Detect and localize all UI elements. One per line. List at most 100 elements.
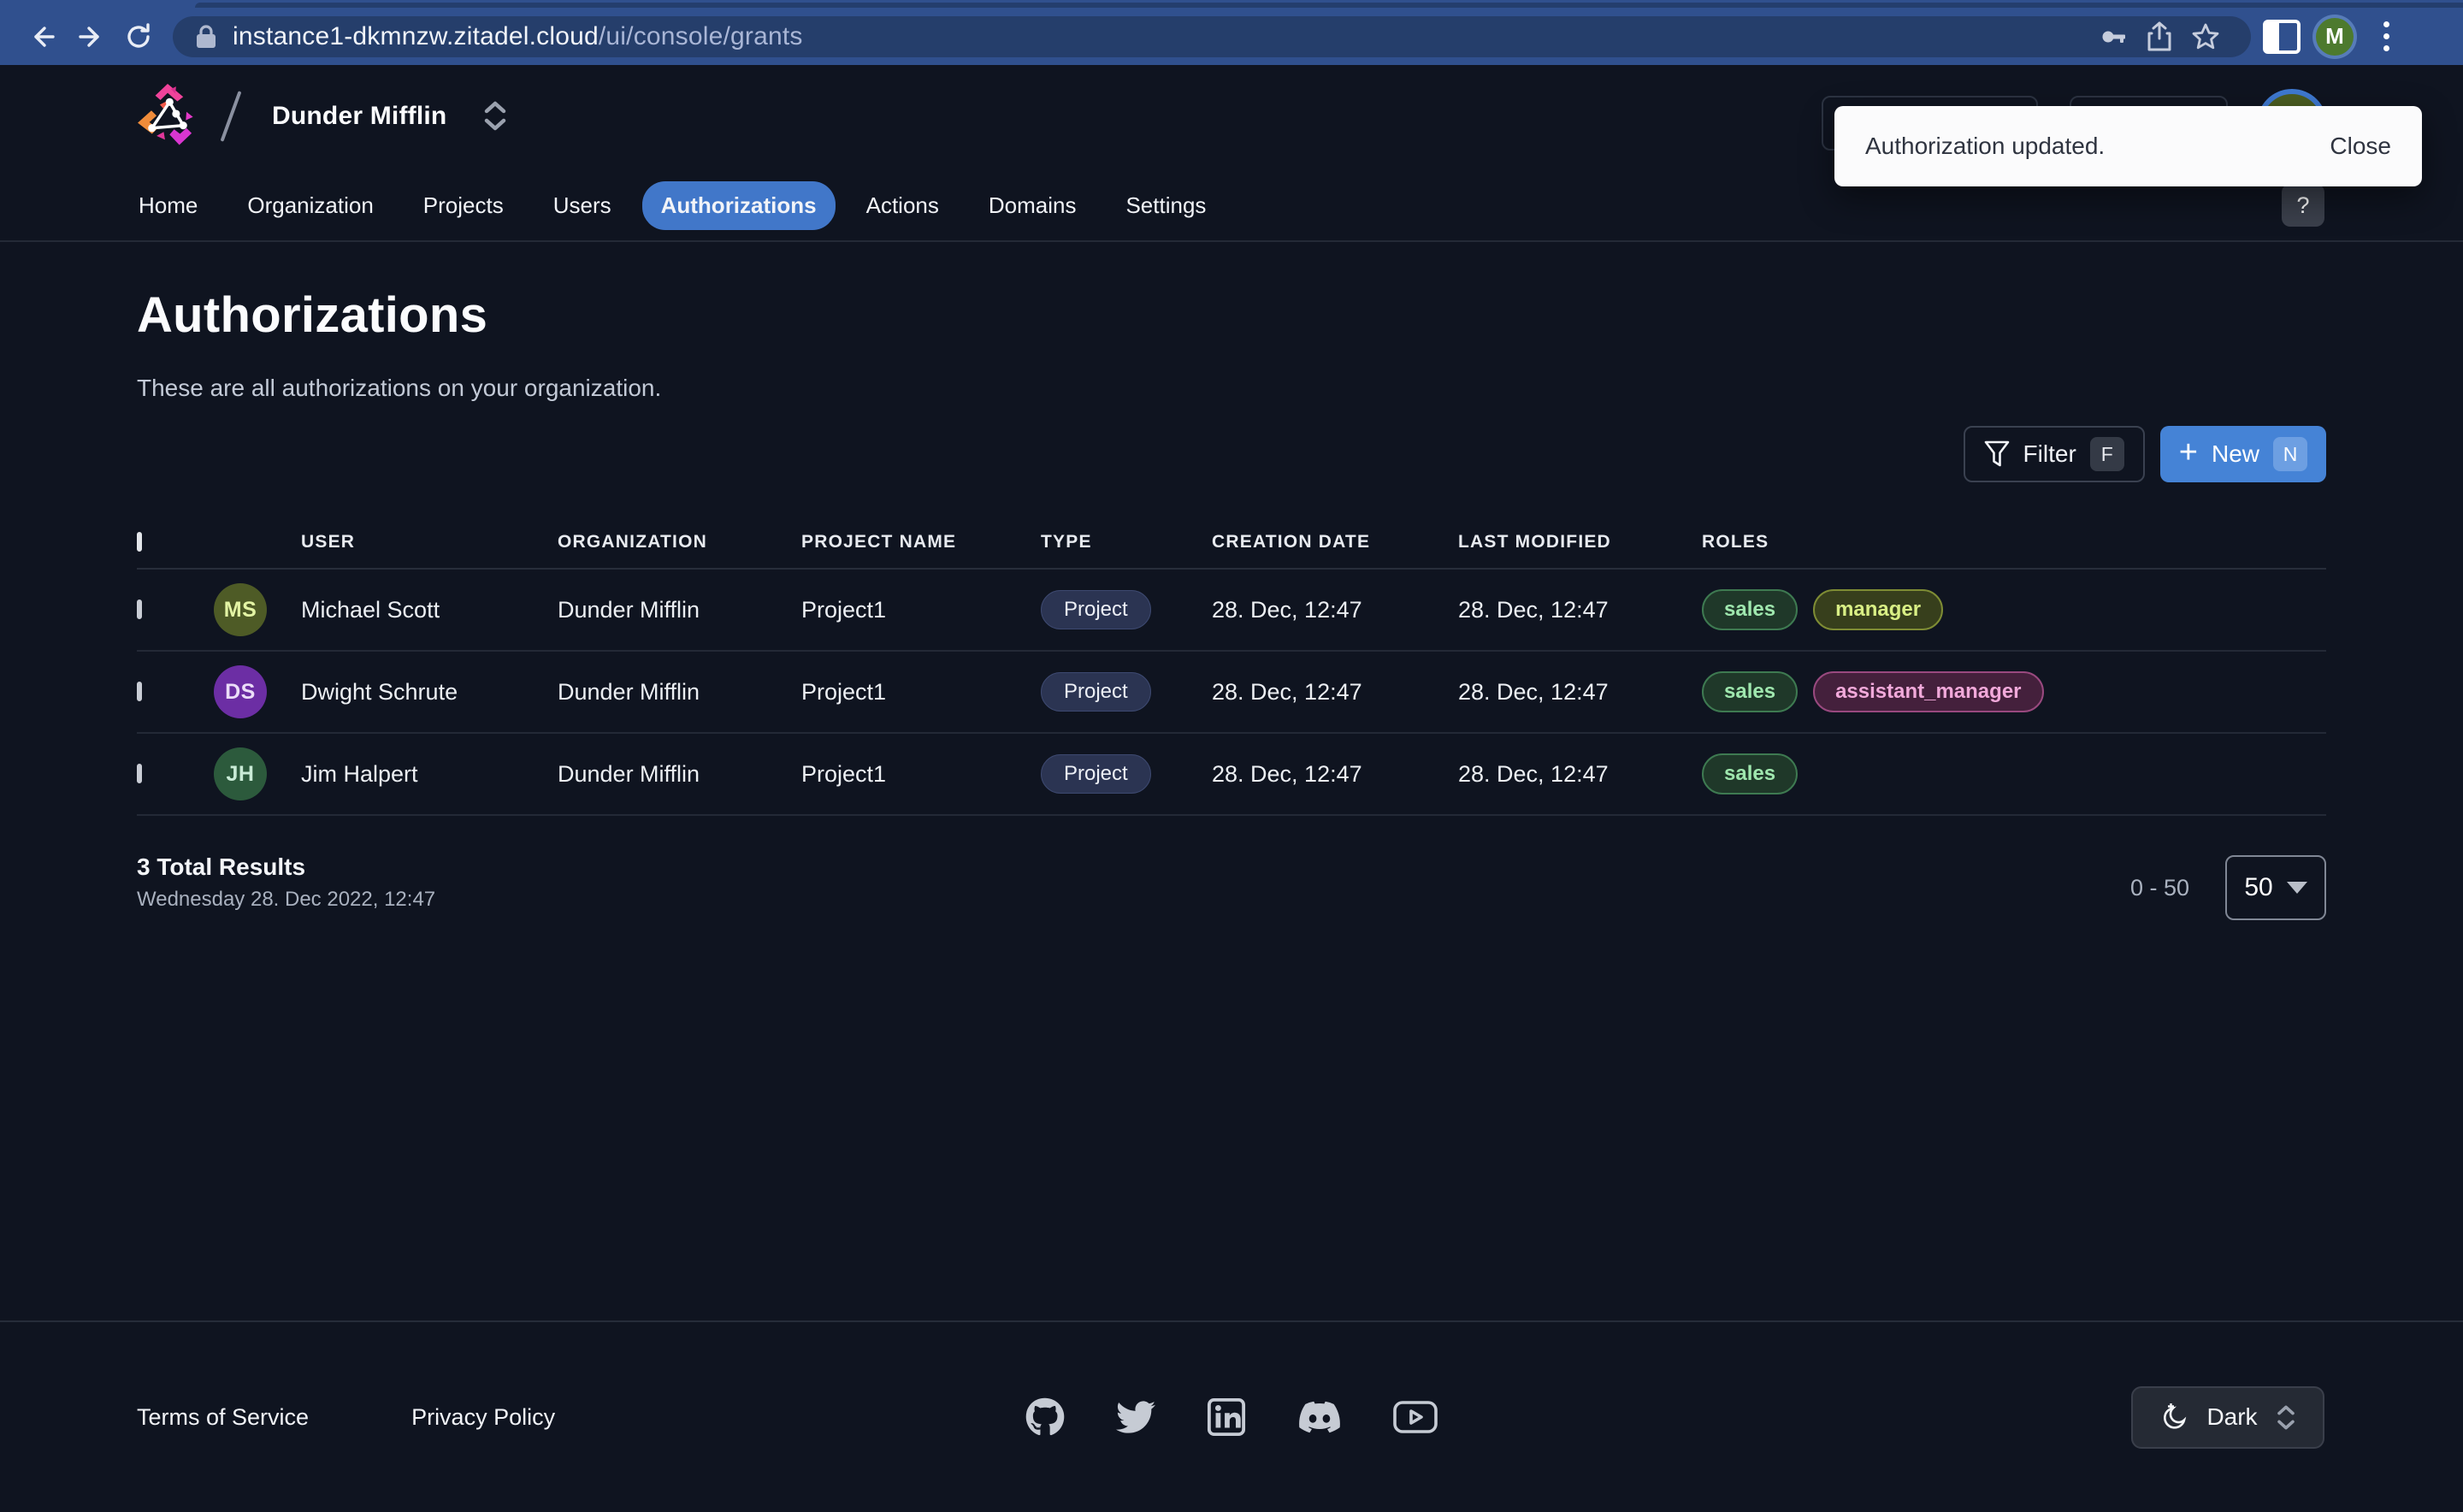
zitadel-logo-icon[interactable] [135, 79, 200, 153]
role-chip: sales [1702, 753, 1799, 794]
column-header: LAST MODIFIED [1458, 532, 1611, 552]
bookmark-star-icon[interactable] [2182, 16, 2229, 57]
last-modified: 28. Dec, 12:47 [1458, 760, 1609, 787]
dark-mode-moon-icon [2164, 1403, 2187, 1429]
row-checkbox[interactable] [137, 764, 142, 783]
row-checkbox[interactable] [137, 682, 142, 701]
linkedin-icon[interactable] [1207, 1397, 1246, 1437]
page-title: Authorizations [137, 287, 488, 343]
browser-actions: M [2263, 16, 2403, 57]
creation-date: 28. Dec, 12:47 [1212, 678, 1362, 705]
organization-name: Dunder Mifflin [558, 678, 700, 705]
type-badge: Project [1041, 754, 1151, 794]
tab-organization[interactable]: Organization [228, 181, 392, 230]
column-header: ORGANIZATION [558, 532, 707, 552]
last-modified: 28. Dec, 12:47 [1458, 596, 1609, 623]
table-header-row: USER ORGANIZATION PROJECT NAME TYPE CREATION… [137, 517, 2326, 570]
role-chip: sales [1702, 671, 1799, 712]
tab-actions[interactable]: Actions [848, 181, 958, 230]
select-all-checkbox[interactable] [137, 532, 142, 552]
filter-shortcut-badge: F [2089, 437, 2124, 471]
avatar: DS [214, 665, 267, 718]
address-bar[interactable]: instance1-dkmnzw.zitadel.cloud/ui/consol… [173, 15, 2251, 57]
browser-tab-strip [0, 0, 2463, 8]
organization-name: Dunder Mifflin [558, 760, 700, 787]
browser-toolbar: instance1-dkmnzw.zitadel.cloud/ui/consol… [0, 8, 2463, 65]
tab-home[interactable]: Home [120, 181, 216, 230]
creation-date: 28. Dec, 12:47 [1212, 760, 1362, 787]
browser-chrome: instance1-dkmnzw.zitadel.cloud/ui/consol… [0, 0, 2463, 65]
twitter-icon[interactable] [1116, 1397, 1155, 1437]
password-key-icon[interactable] [2090, 16, 2136, 57]
roles-cell: sales [1702, 753, 2326, 794]
page-footer: Terms of Service Privacy Policy Dark [0, 1320, 2463, 1512]
dropdown-arrow-icon [2286, 882, 2307, 894]
column-header: CREATION DATE [1212, 532, 1371, 552]
org-switcher[interactable]: Dunder Mifflin [272, 102, 446, 131]
footer-link-privacy-policy[interactable]: Privacy Policy [411, 1404, 555, 1430]
theme-unfold-icon [2277, 1405, 2295, 1430]
page-range: 0 - 50 [2129, 874, 2189, 901]
avatar: MS [214, 583, 267, 636]
tab-projects[interactable]: Projects [405, 181, 523, 230]
brand: Dunder Mifflin [135, 79, 506, 153]
user-name: Jim Halpert [301, 760, 418, 787]
browser-forward-button[interactable] [67, 13, 115, 61]
tab-users[interactable]: Users [535, 181, 630, 230]
lock-icon [195, 24, 217, 50]
role-chip: assistant_manager [1813, 671, 2044, 712]
user-name: Michael Scott [301, 596, 440, 623]
column-header: ROLES [1702, 532, 1769, 552]
table-row[interactable]: JH Jim Halpert Dunder Mifflin Project1 P… [137, 734, 2326, 816]
table-actions: Filter F + New N [137, 426, 2326, 482]
column-header: USER [301, 532, 356, 552]
table-row[interactable]: MS Michael Scott Dunder Mifflin Project1… [137, 570, 2326, 652]
browser-reload-button[interactable] [115, 13, 162, 61]
page-description: These are all authorizations on your org… [137, 375, 662, 401]
breadcrumb-divider [220, 90, 242, 142]
column-header: PROJECT NAME [801, 532, 957, 552]
browser-profile-avatar[interactable]: M [2316, 17, 2354, 56]
tab-domains[interactable]: Domains [970, 181, 1096, 230]
project-name: Project1 [801, 760, 887, 787]
role-chip: manager [1813, 589, 1944, 630]
table-footer: 3 Total Results Wednesday 28. Dec 2022, … [137, 853, 2326, 920]
project-name: Project1 [801, 678, 887, 705]
filter-button[interactable]: Filter F [1963, 426, 2145, 482]
organization-name: Dunder Mifflin [558, 596, 700, 623]
roles-cell: sales manager [1702, 589, 2326, 630]
github-icon[interactable] [1025, 1397, 1065, 1437]
column-header: TYPE [1041, 532, 1092, 552]
org-switcher-unfold-icon[interactable] [484, 101, 506, 131]
browser-menu-icon[interactable] [2369, 16, 2403, 57]
main-nav: Home Organization Projects Users Authorizati… [120, 181, 1225, 230]
share-icon[interactable] [2136, 16, 2182, 57]
side-panel-icon[interactable] [2263, 19, 2301, 54]
toast-close-button[interactable]: Close [2330, 133, 2391, 160]
row-checkbox[interactable] [137, 599, 142, 619]
page-size-select[interactable]: 50 [2225, 855, 2326, 920]
tab-settings[interactable]: Settings [1107, 181, 1225, 230]
last-modified: 28. Dec, 12:47 [1458, 678, 1609, 705]
project-name: Project1 [801, 596, 887, 623]
authorizations-table: USER ORGANIZATION PROJECT NAME TYPE CREATION… [137, 517, 2326, 816]
tab-authorizations[interactable]: Authorizations [641, 181, 836, 230]
theme-select[interactable]: Dark [2131, 1385, 2324, 1449]
zitadel-console: Dunder Mifflin ? Home Organization Project… [0, 65, 2463, 1449]
type-badge: Project [1041, 590, 1151, 629]
new-button[interactable]: + New N [2159, 426, 2326, 482]
filter-funnel-icon [1984, 440, 2009, 467]
toast-message: Authorization updated. [1865, 133, 2106, 159]
table-row[interactable]: DS Dwight Schrute Dunder Mifflin Project… [137, 652, 2326, 734]
youtube-icon[interactable] [1393, 1397, 1438, 1437]
footer-link-terms-of-service[interactable]: Terms of Service [137, 1404, 309, 1430]
results-timestamp: Wednesday 28. Dec 2022, 12:47 [137, 888, 436, 911]
help-button[interactable]: ? [2282, 184, 2324, 227]
discord-icon[interactable] [1297, 1397, 1342, 1437]
role-chip: sales [1702, 589, 1799, 630]
toast-notification: Authorization updated. Close [1834, 106, 2422, 186]
url-text: instance1-dkmnzw.zitadel.cloud/ui/consol… [233, 21, 803, 50]
avatar: JH [214, 747, 267, 800]
main-content: Authorizations These are all authorizati… [0, 242, 2463, 920]
browser-back-button[interactable] [19, 13, 67, 61]
